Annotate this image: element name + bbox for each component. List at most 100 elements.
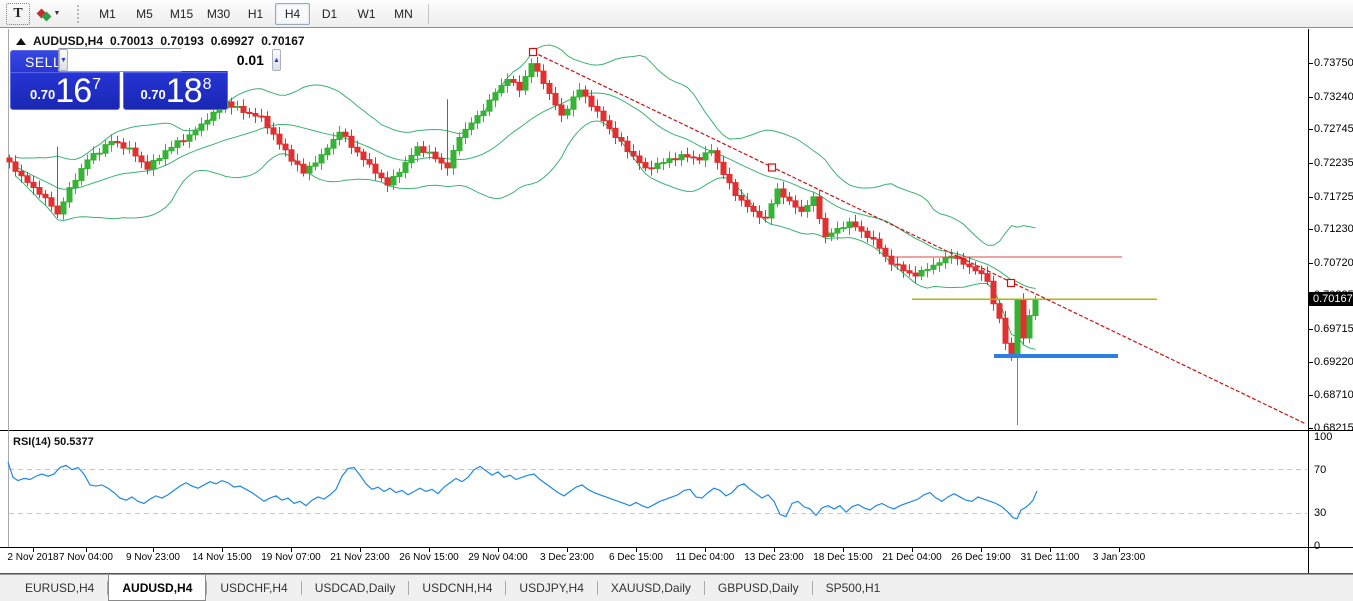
low-value: 0.69927 [211,34,254,48]
candle-body [337,132,342,139]
candle-body [13,162,18,171]
candle-body [775,189,780,204]
candle-body [919,270,924,276]
rsi-axis-label: 100 [1314,431,1332,443]
candle-body [175,141,180,148]
candle-body [991,281,996,303]
mt4-window: T ▼ M1M5M15M30H1H4D1W1MN AUDUSD,H4 0.700… [0,0,1353,601]
candle-body [1033,299,1038,315]
candle-body [271,128,276,134]
time-axis-tick [498,548,499,552]
candle-body [769,204,774,218]
rsi-axis-label: 70 [1314,464,1326,476]
candle-body [583,90,588,96]
candle-body [823,218,828,236]
candle-body [907,271,912,273]
candle-body [163,151,168,159]
candle-body [55,206,60,214]
candle-body [109,141,114,144]
candle-body [685,155,690,157]
price-axis-label: 0.71725 [1314,191,1353,203]
candle-body [157,159,162,161]
current-price-tag: 0.70167 [1309,292,1353,306]
candle-body [883,248,888,256]
candle-body [355,147,360,152]
candle-body [187,135,192,141]
lot-size-input[interactable] [68,49,272,71]
chart-tab-gbpusddaily[interactable]: GBPUSD,Daily [705,575,812,601]
candle-body [229,102,234,107]
lot-size-stepper: ▼ ▲ [58,48,182,72]
sell-price-pip: 7 [92,76,101,94]
price-axis-label: 0.72235 [1314,157,1353,169]
candle-body [397,172,402,176]
candle-body [457,138,462,151]
candle-body [913,273,918,276]
price-axis-tick [1308,97,1313,98]
candle-body [439,159,444,163]
time-axis-label: 2 Nov 2018 [7,552,58,563]
candle-body [373,164,378,173]
candle-body [841,228,846,229]
candle-body [553,93,558,105]
candle-body [469,123,474,129]
chart-tab-usdchfh4[interactable]: USDCHF,H4 [207,575,300,601]
candle-body [571,97,576,109]
chart-tab-eurusdh4[interactable]: EURUSD,H4 [12,575,107,601]
candle-body [445,163,450,168]
candle-body [607,121,612,129]
candle-body [679,155,684,160]
time-axis-label: 18 Dec 15:00 [813,552,873,563]
candle-body [433,152,438,158]
candle-body [865,231,870,237]
candle-body [499,85,504,92]
candle-body [799,207,804,211]
chart-tab-xauusddaily[interactable]: XAUUSD,Daily [598,575,704,601]
candle-body [415,147,420,156]
candle-body [37,188,42,195]
time-axis-tick [912,548,913,552]
candle-body [487,100,492,111]
time-axis-label: 21 Dec 04:00 [882,552,942,563]
candle-body [115,141,120,142]
candle-body [691,157,696,158]
candle-body [265,116,270,127]
candle-body [475,116,480,123]
candle-body [589,96,594,106]
buy-price-pip: 8 [203,76,212,94]
time-axis-tick [636,548,637,552]
candle-body [547,83,552,93]
price-axis-tick [1308,197,1313,198]
candle-body [463,129,468,137]
candle-body [505,79,510,85]
chart-tab-audusdh4[interactable]: AUDUSD,H4 [108,575,206,601]
candle-body [67,188,72,202]
candle-body [385,178,390,185]
lot-increase-button[interactable]: ▲ [272,49,281,71]
candle-body [715,151,720,163]
candle-body [61,202,66,214]
candle-body [709,151,714,153]
lot-decrease-button[interactable]: ▼ [59,49,68,71]
time-axis-label: 11 Dec 04:00 [676,552,735,563]
candle-body [541,71,546,83]
rsi-line [8,462,1037,519]
candle-body [631,151,636,155]
sell-price: 0.70 16 7 [11,73,119,109]
candle-body [295,161,300,164]
chart-tab-usdcnhh4[interactable]: USDCNH,H4 [409,575,505,601]
candle-body [595,106,600,111]
candle-body [817,197,822,219]
time-axis-tick [705,548,706,552]
candle-body [331,139,336,148]
candle-body [7,158,12,162]
candle-body [649,168,654,169]
chart-tab-usdcaddaily[interactable]: USDCAD,Daily [302,575,409,601]
candle-body [673,159,678,160]
candle-body [871,238,876,240]
candle-body [667,159,672,163]
chart-tab-sp500h1[interactable]: SP500,H1 [813,575,894,601]
price-axis-tick [1308,329,1313,330]
candle-body [307,166,312,173]
chart-tab-usdjpyh4[interactable]: USDJPY,H4 [506,575,596,601]
